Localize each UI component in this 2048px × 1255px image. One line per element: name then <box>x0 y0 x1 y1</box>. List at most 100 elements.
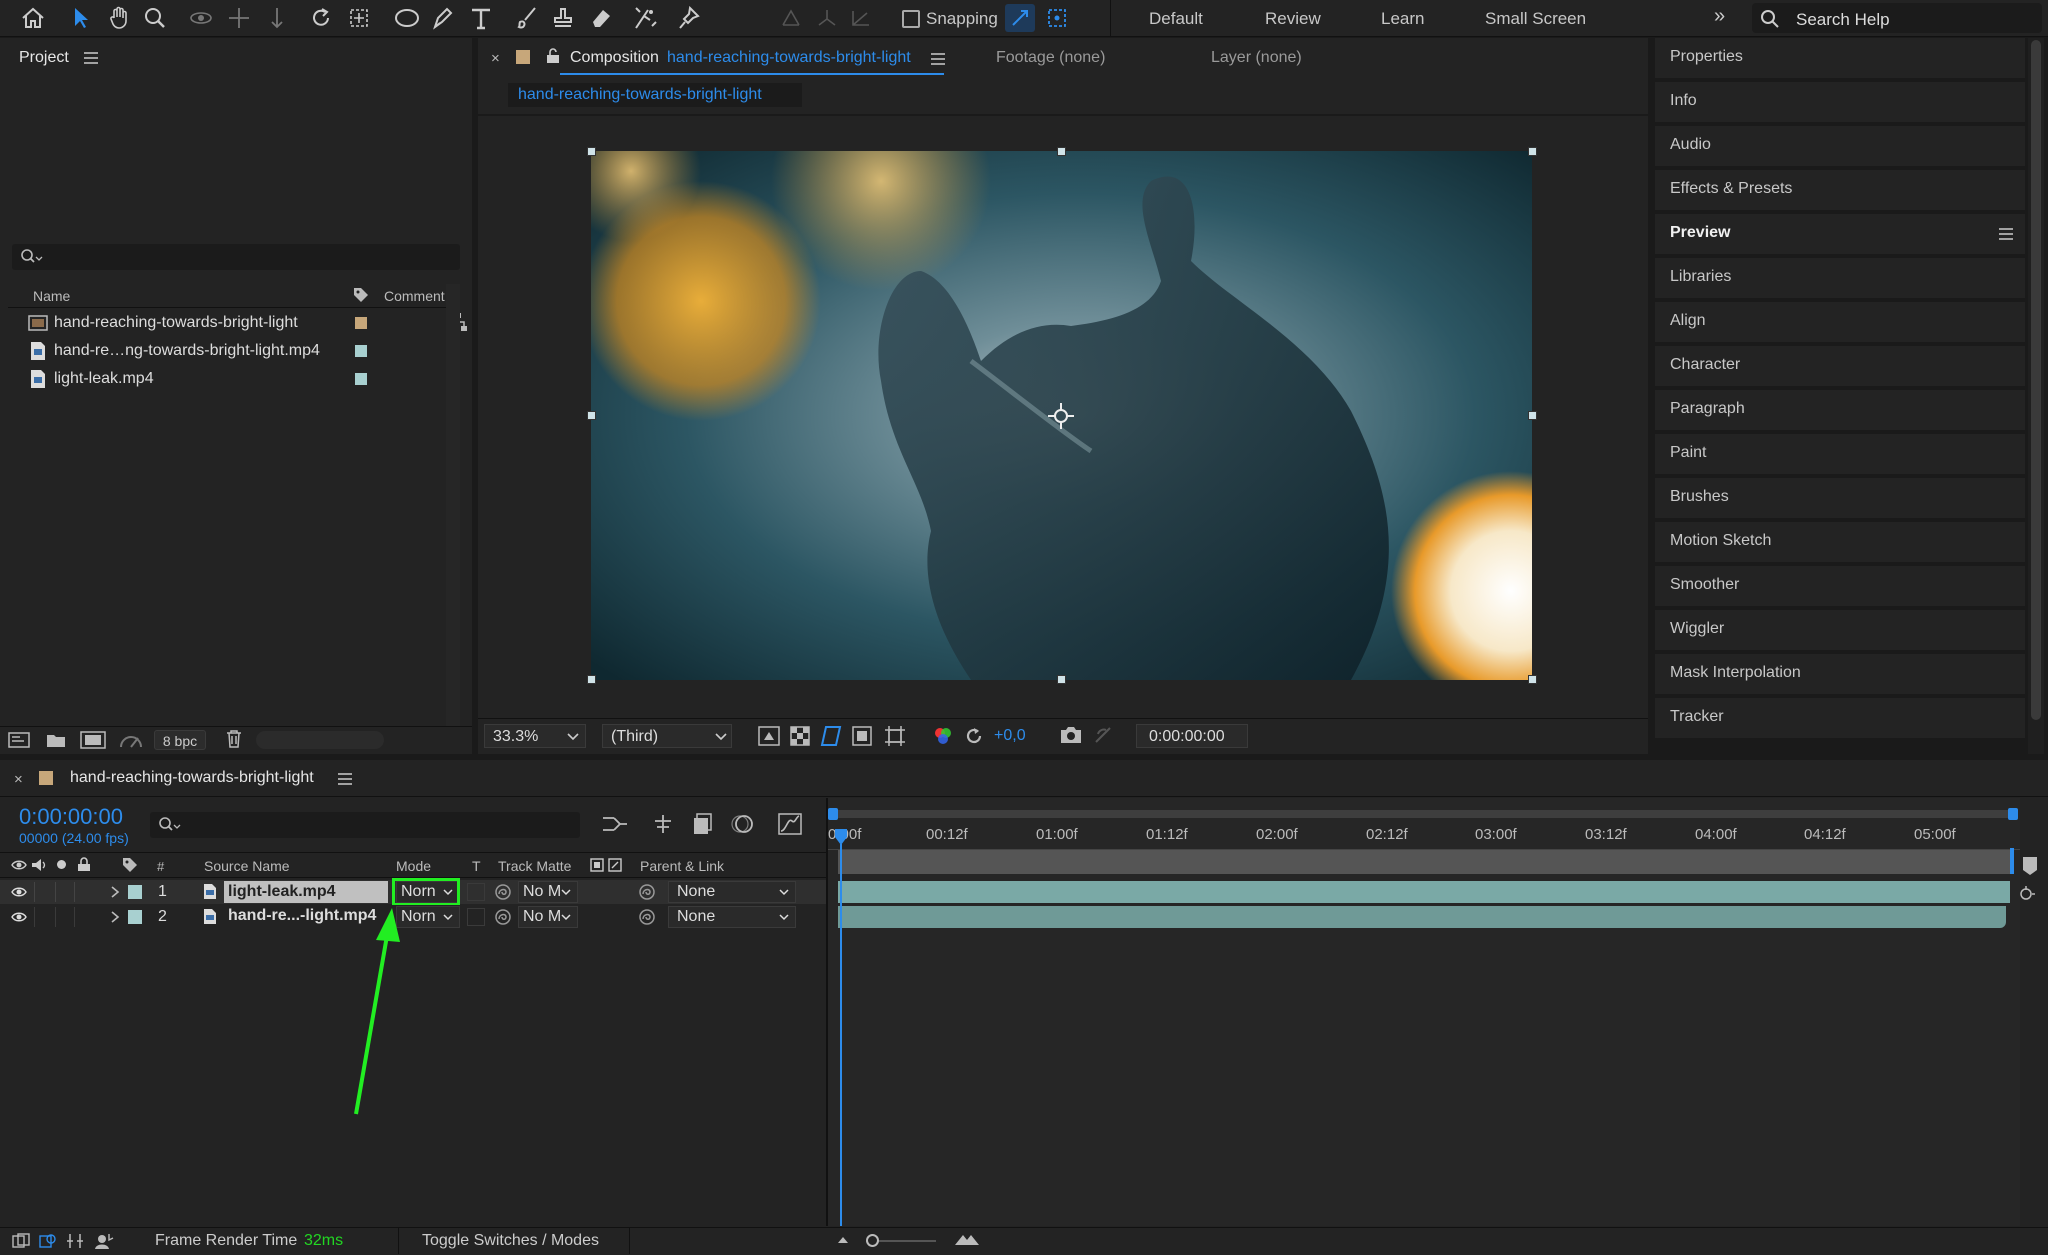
source-name-header[interactable]: Source Name <box>204 858 290 874</box>
label-header-icon[interactable] <box>121 857 139 873</box>
parent-dropdown[interactable]: None <box>668 906 796 928</box>
snapping-checkbox[interactable] <box>902 10 920 28</box>
panel-wiggler[interactable]: Wiggler <box>1655 610 2025 652</box>
column-name[interactable]: Name <box>33 288 70 304</box>
panel-audio[interactable]: Audio <box>1655 126 2025 168</box>
composition-tab-prefix[interactable]: Composition <box>570 49 659 67</box>
pan-camera-icon[interactable] <box>224 4 254 32</box>
rotate-tool-icon[interactable] <box>306 4 336 32</box>
column-comment[interactable]: Comment <box>384 288 445 304</box>
snap-features-icon[interactable] <box>1042 4 1072 32</box>
zoom-in-icon[interactable] <box>954 1232 980 1246</box>
comp-marker-bin-icon[interactable] <box>2022 856 2038 876</box>
timeline-search-input[interactable] <box>150 812 580 838</box>
workspace-learn[interactable]: Learn <box>1381 9 1424 29</box>
mask-visibility-icon[interactable] <box>820 725 842 747</box>
transform-handle[interactable] <box>587 675 596 684</box>
project-menu-icon[interactable] <box>84 52 98 64</box>
selection-tool-icon[interactable] <box>66 4 96 32</box>
composition-tab-name[interactable]: hand-reaching-towards-bright-light <box>667 49 911 67</box>
expand-layer-chevron-icon[interactable] <box>110 885 120 899</box>
track-matte-header[interactable]: Track Matte <box>498 858 571 874</box>
project-settings-icon[interactable] <box>118 730 144 750</box>
zoom-slider-thumb[interactable] <box>866 1234 879 1247</box>
current-time-field[interactable]: 0:00:00:00 <box>1136 724 1248 748</box>
transfer-controls-pane-icon[interactable] <box>39 1233 57 1249</box>
parent-pickwhip-icon[interactable] <box>638 883 656 901</box>
transform-handle[interactable] <box>1528 147 1537 156</box>
ellipse-tool-icon[interactable] <box>392 4 422 32</box>
panel-character[interactable]: Character <box>1655 346 2025 388</box>
transform-handle[interactable] <box>1057 675 1066 684</box>
magnification-dropdown[interactable]: 33.3% <box>484 724 586 748</box>
toggle-switches-modes-button[interactable]: Toggle Switches / Modes <box>398 1228 630 1254</box>
transform-handle[interactable] <box>1528 411 1537 420</box>
hand-tool-icon[interactable] <box>104 4 134 32</box>
comp-end-marker[interactable] <box>2010 848 2014 874</box>
close-timeline-icon[interactable]: × <box>14 771 23 788</box>
panel-brushes[interactable]: Brushes <box>1655 478 2025 520</box>
panel-paint[interactable]: Paint <box>1655 434 2025 476</box>
thumbnail-slider[interactable] <box>256 731 384 749</box>
work-area-start-handle[interactable] <box>828 808 838 820</box>
panel-align[interactable]: Align <box>1655 302 2025 344</box>
preserve-transparency-checkbox[interactable] <box>467 883 485 901</box>
project-item[interactable]: hand-re…ng-towards-bright-light.mp4 <box>8 338 444 364</box>
label-column-icon[interactable] <box>352 286 370 304</box>
world-axis-icon[interactable] <box>812 4 842 32</box>
transform-handle[interactable] <box>1057 147 1066 156</box>
viewer-menu-icon[interactable] <box>931 53 945 65</box>
workspace-overflow-icon[interactable]: » <box>1714 5 1725 28</box>
transform-handle[interactable] <box>587 147 596 156</box>
show-snapshot-icon[interactable] <box>1094 726 1114 744</box>
delete-icon[interactable] <box>226 730 242 748</box>
matte-pickwhip-icon[interactable] <box>494 883 512 901</box>
panel-libraries[interactable]: Libraries <box>1655 258 2025 300</box>
layer-marker-icon[interactable] <box>2018 884 2036 902</box>
layer-tab[interactable]: Layer (none) <box>1211 49 1302 67</box>
show-channel-icon[interactable] <box>932 726 954 746</box>
lock-icon[interactable] <box>546 48 560 64</box>
pen-tool-icon[interactable] <box>428 4 458 32</box>
video-visibility-icon[interactable] <box>11 886 27 898</box>
render-time-pane-icon[interactable] <box>94 1232 114 1250</box>
panel-properties[interactable]: Properties <box>1655 38 2025 80</box>
parent-dropdown[interactable]: None <box>668 881 796 903</box>
lock-header-icon[interactable] <box>77 857 91 872</box>
draft-3d-icon[interactable] <box>652 813 674 835</box>
timeline-comp-tab[interactable]: hand-reaching-towards-bright-light <box>70 769 314 787</box>
panel-tracker[interactable]: Tracker <box>1655 698 2025 740</box>
exposure-value[interactable]: +0,0 <box>994 727 1026 745</box>
label-color-swatch[interactable] <box>355 317 367 329</box>
resolution-dropdown[interactable]: (Third) <box>602 724 732 748</box>
region-of-interest-icon[interactable] <box>852 726 872 746</box>
new-folder-icon[interactable] <box>46 732 66 748</box>
transform-handle[interactable] <box>1528 675 1537 684</box>
search-help-field[interactable]: Search Help <box>1752 3 2042 33</box>
comp-breadcrumb[interactable]: hand-reaching-towards-bright-light <box>508 83 802 107</box>
anchor-point-icon[interactable] <box>1047 402 1075 430</box>
video-switch-header-icon[interactable] <box>11 859 27 871</box>
in-out-pane-icon[interactable] <box>66 1233 84 1249</box>
layer-switches-pane-icon[interactable] <box>12 1233 30 1249</box>
right-panel-scrollbar[interactable] <box>2028 38 2044 754</box>
roto-brush-icon[interactable] <box>630 4 660 32</box>
matte-pickwhip-icon[interactable] <box>494 908 512 926</box>
preserve-transparency-checkbox[interactable] <box>467 908 485 926</box>
workspace-small-screen[interactable]: Small Screen <box>1485 9 1586 29</box>
layer-duration-bar[interactable] <box>838 906 2006 928</box>
panel-info[interactable]: Info <box>1655 82 2025 124</box>
project-item[interactable]: hand-reaching-towards-bright-light <box>8 310 444 336</box>
composition-mini-flowchart-icon[interactable] <box>602 814 628 834</box>
work-area-end-handle[interactable] <box>2008 808 2018 820</box>
panel-effects-presets[interactable]: Effects & Presets <box>1655 170 2025 212</box>
workspace-review[interactable]: Review <box>1265 9 1321 29</box>
dolly-camera-icon[interactable] <box>262 4 292 32</box>
motion-blur-icon[interactable] <box>730 813 754 835</box>
panel-paragraph[interactable]: Paragraph <box>1655 390 2025 432</box>
view-axis-icon[interactable] <box>846 4 876 32</box>
parent-pickwhip-icon[interactable] <box>638 908 656 926</box>
clone-stamp-icon[interactable] <box>548 4 578 32</box>
preview-menu-icon[interactable] <box>1999 228 2013 240</box>
snap-edges-icon[interactable] <box>1005 4 1035 32</box>
